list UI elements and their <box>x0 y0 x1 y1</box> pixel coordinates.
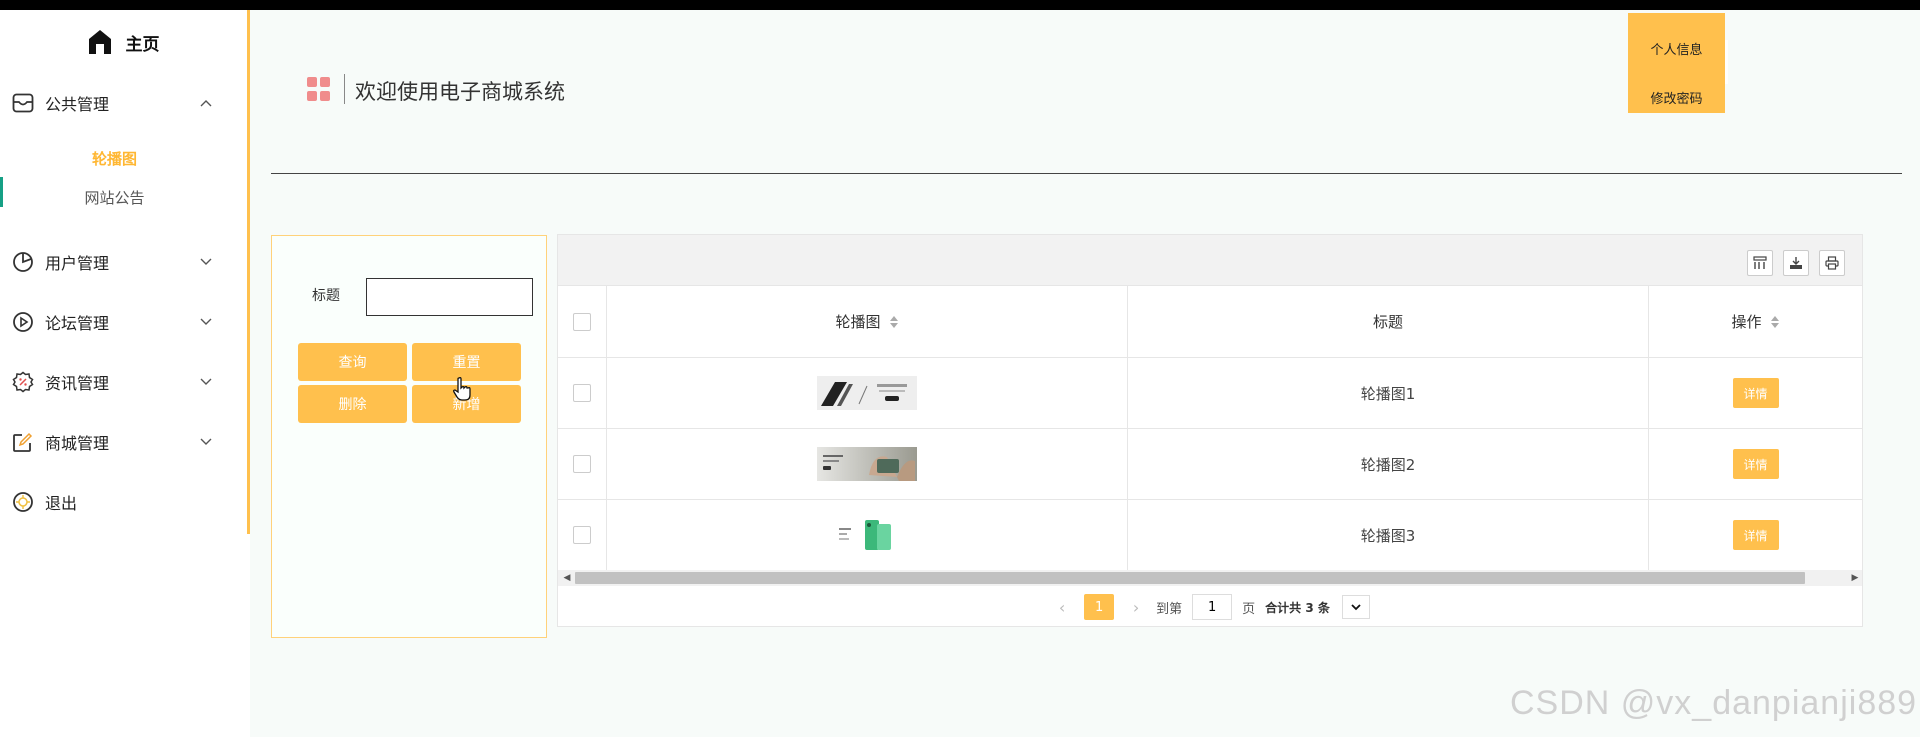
grid-icon <box>307 77 331 101</box>
hand-cursor-icon <box>453 377 471 401</box>
table-cell-action: 详情 <box>1649 500 1862 571</box>
carousel-thumbnail <box>817 376 917 410</box>
watermark: CSDN @vx_danpianji889 <box>1510 684 1918 722</box>
select-all-checkbox[interactable] <box>573 312 591 331</box>
total-count: 合计共 3 条 <box>1265 600 1330 615</box>
page-unit-label: 页 <box>1242 601 1256 617</box>
carousel-thumbnail <box>817 518 917 552</box>
sidebar-home[interactable]: 主页 <box>0 22 247 62</box>
table-cell-title: 轮播图3 <box>1128 500 1649 571</box>
title-input[interactable] <box>366 278 533 316</box>
column-header-label: 操作 <box>1731 313 1762 331</box>
sidebar-item-logout[interactable]: 退出 <box>0 480 247 524</box>
page-size-select[interactable] <box>1341 595 1370 619</box>
chevron-down-icon <box>199 255 213 269</box>
chevron-down-icon <box>199 435 213 449</box>
pagination: ‹ 1 › 到第 页 合计共 3 条 <box>558 588 1862 626</box>
column-header-label: 标题 <box>1372 313 1403 331</box>
table-cell-title: 轮播图1 <box>1128 358 1649 429</box>
row-checkbox[interactable] <box>573 526 591 544</box>
sort-icon <box>1770 315 1779 328</box>
table-cell-action: 详情 <box>1649 358 1862 429</box>
query-button[interactable]: 查询 <box>298 343 407 381</box>
user-menu-divider <box>1725 40 1728 84</box>
print-icon <box>1825 256 1839 270</box>
home-label: 主页 <box>125 34 160 55</box>
page-number-current[interactable]: 1 <box>1084 594 1115 620</box>
subitem-label: 轮播图 <box>91 149 137 168</box>
columns-icon <box>1753 256 1767 269</box>
badge-percent-icon <box>11 370 35 394</box>
header-checkbox-cell <box>558 286 607 358</box>
table-cell-image <box>607 429 1128 500</box>
sidebar-subitem-carousel[interactable]: 轮播图 <box>0 140 247 176</box>
sidebar-lower <box>0 534 250 737</box>
chevron-down-icon <box>199 315 213 329</box>
sidebar-border <box>247 10 250 534</box>
profile-button[interactable]: 个人信息 <box>1628 28 1725 68</box>
sidebar-item-label: 用户管理 <box>45 254 110 273</box>
table-toolbar <box>558 235 1862 286</box>
detail-button[interactable]: 详情 <box>1732 449 1779 479</box>
table-cell-action: 详情 <box>1649 429 1862 500</box>
row-checkbox-cell <box>558 500 607 571</box>
scrollbar-thumb[interactable] <box>575 572 1805 584</box>
row-checkbox-cell <box>558 358 607 429</box>
next-page-icon[interactable]: › <box>1124 595 1148 619</box>
sidebar-subitem-notice[interactable]: 网站公告 <box>0 179 247 215</box>
sidebar-item-news[interactable]: 资讯管理 <box>0 360 247 404</box>
chevron-down-icon <box>199 375 213 389</box>
scroll-left-icon[interactable]: ◀ <box>560 571 574 585</box>
row-checkbox-cell <box>558 429 607 500</box>
delete-button[interactable]: 删除 <box>298 385 407 423</box>
columns-filter-button[interactable] <box>1747 250 1773 276</box>
column-header-label: 轮播图 <box>835 313 881 331</box>
column-header-image[interactable]: 轮播图 <box>607 286 1128 358</box>
goto-page-input[interactable] <box>1192 594 1233 620</box>
sidebar-item-label: 退出 <box>45 494 78 513</box>
inbox-icon <box>11 91 35 115</box>
print-button[interactable] <box>1819 250 1845 276</box>
prev-page-icon[interactable]: ‹ <box>1050 595 1074 619</box>
column-header-title: 标题 <box>1128 286 1649 358</box>
sidebar-item-shop[interactable]: 商城管理 <box>0 420 247 464</box>
table-cell-title: 轮播图2 <box>1128 429 1649 500</box>
carousel-thumbnail <box>817 447 917 481</box>
column-header-action[interactable]: 操作 <box>1649 286 1862 358</box>
title-label: 标题 <box>312 288 340 304</box>
export-icon <box>1790 257 1802 269</box>
chevron-down-icon <box>1351 603 1361 610</box>
header-divider <box>271 173 1902 174</box>
table-cell-image <box>607 500 1128 571</box>
export-button[interactable] <box>1783 250 1809 276</box>
goto-label: 到第 <box>1156 601 1183 617</box>
chevron-up-icon <box>199 96 213 110</box>
detail-button[interactable]: 详情 <box>1732 378 1779 408</box>
exit-icon <box>11 490 35 514</box>
scroll-right-icon[interactable]: ▶ <box>1848 571 1862 585</box>
sidebar-item-label: 资讯管理 <box>45 374 110 393</box>
row-checkbox[interactable] <box>573 455 591 473</box>
edit-note-icon <box>11 430 35 454</box>
header-separator <box>344 74 345 104</box>
detail-button[interactable]: 详情 <box>1732 520 1779 550</box>
sidebar-item-forum[interactable]: 论坛管理 <box>0 300 247 344</box>
sidebar-item-label: 商城管理 <box>45 434 110 453</box>
top-black-bar <box>0 0 1920 10</box>
pie-chart-icon <box>11 250 35 274</box>
row-checkbox[interactable] <box>573 384 591 402</box>
subitem-label: 网站公告 <box>84 188 145 207</box>
sidebar-item-label: 论坛管理 <box>45 314 110 333</box>
change-password-button[interactable]: 修改密码 <box>1628 77 1725 117</box>
table-cell-image <box>607 358 1128 429</box>
home-icon <box>88 30 111 54</box>
sidebar-item-public[interactable]: 公共管理 <box>0 81 247 125</box>
sort-icon <box>889 315 898 328</box>
sidebar-item-label: 公共管理 <box>45 95 110 114</box>
page-title: 欢迎使用电子商城系统 <box>355 80 565 104</box>
play-circle-icon <box>11 310 35 334</box>
sidebar-item-users[interactable]: 用户管理 <box>0 240 247 284</box>
